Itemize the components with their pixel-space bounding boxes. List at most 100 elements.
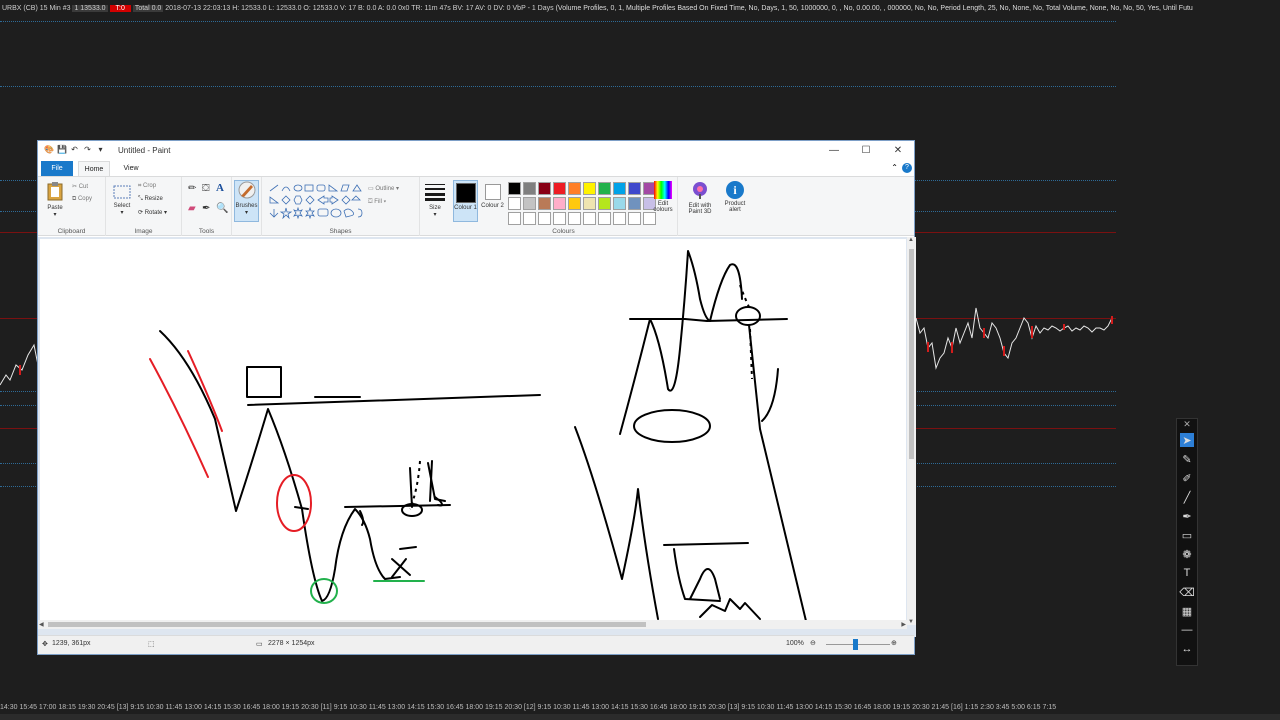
size-button[interactable]: Size ▾	[423, 183, 447, 218]
colour-2-button[interactable]: Colour 2	[480, 180, 505, 209]
palette-swatch[interactable]	[523, 182, 536, 195]
select-button[interactable]: Select ▾	[110, 185, 134, 216]
palette-swatch[interactable]	[598, 197, 611, 210]
outline-button[interactable]: ▭ Outline ▾	[368, 185, 399, 192]
magnifier-icon[interactable]: 🔍	[216, 203, 228, 214]
line-icon[interactable]: ╱	[1180, 490, 1194, 504]
palette-swatch[interactable]	[628, 182, 641, 195]
undo-icon[interactable]: ↶	[70, 145, 79, 154]
palette-swatch-empty[interactable]	[628, 212, 641, 225]
colour-1-button[interactable]: Colour 1	[453, 180, 478, 222]
palette-swatch-empty[interactable]	[598, 212, 611, 225]
palette-swatch-empty[interactable]	[523, 212, 536, 225]
help-icon[interactable]: ?	[902, 163, 912, 173]
scroll-up-icon[interactable]: ▲	[908, 237, 914, 243]
palette-swatch-empty[interactable]	[568, 212, 581, 225]
palette-swatch-empty[interactable]	[643, 212, 656, 225]
select-icon	[113, 185, 131, 199]
palette-swatch[interactable]	[628, 197, 641, 210]
palette-swatch[interactable]	[613, 182, 626, 195]
palette-swatch[interactable]	[538, 197, 551, 210]
horizontal-scrollbar[interactable]: ◀ ▶	[38, 620, 907, 629]
cut-button[interactable]: ✂ Cut	[72, 183, 88, 190]
rotate-button[interactable]: ⟳ Rotate ▾	[138, 209, 167, 216]
palette-swatch[interactable]	[568, 182, 581, 195]
customize-icon[interactable]: ▾	[96, 145, 105, 154]
product-alert-button[interactable]: i Product alert	[720, 181, 750, 213]
crop-button[interactable]: ⌗ Crop	[138, 183, 156, 190]
text-icon[interactable]: T	[1180, 566, 1194, 580]
eraser-icon[interactable]: ⌫	[1179, 585, 1195, 599]
color-picker-icon[interactable]: ✒	[202, 203, 210, 214]
tab-file[interactable]: File	[41, 161, 73, 176]
close-icon[interactable]: ✕	[882, 141, 914, 161]
redo-icon[interactable]: ↷	[83, 145, 92, 154]
resize-button[interactable]: ⤡ Resize	[138, 196, 163, 203]
pencil-icon[interactable]: ✎	[1180, 452, 1194, 466]
palette-swatch-empty[interactable]	[583, 212, 596, 225]
ribbon-tabs: File Home View	[38, 161, 914, 176]
eraser-icon[interactable]: ▰	[188, 203, 196, 214]
rectangle-icon[interactable]: ▭	[1180, 528, 1194, 542]
palette-swatch-empty[interactable]	[538, 212, 551, 225]
scroll-down-icon[interactable]: ▼	[908, 619, 914, 625]
palette-swatch[interactable]	[553, 182, 566, 195]
palette-swatch[interactable]	[583, 197, 596, 210]
brush-icon[interactable]: ✒	[1180, 509, 1194, 523]
zoom-slider[interactable]	[826, 644, 890, 645]
palette-swatch[interactable]	[508, 182, 521, 195]
palette-swatch[interactable]	[598, 182, 611, 195]
chart-scrollbar[interactable]	[0, 714, 1280, 720]
pointer-icon[interactable]: ➤	[1180, 433, 1194, 447]
edit-with-paint3d-button[interactable]: Edit with Paint 3D	[684, 181, 716, 215]
palette-swatch[interactable]	[538, 182, 551, 195]
canvas-dimensions: 2278 × 1254px	[268, 640, 315, 647]
edit-colours-button[interactable]: Edit colours	[650, 181, 676, 213]
tab-home[interactable]: Home	[78, 161, 110, 176]
cut-label: Cut	[78, 184, 89, 190]
fill-bucket-icon[interactable]: ⛋	[202, 183, 210, 194]
scroll-thumb[interactable]	[909, 249, 914, 459]
vertical-scrollbar[interactable]: ▲ ▼	[907, 237, 916, 625]
rainbow-icon	[654, 181, 672, 199]
scroll-right-icon[interactable]: ▶	[901, 621, 906, 628]
palette-swatch[interactable]	[553, 197, 566, 210]
marker-icon[interactable]: ✐	[1180, 471, 1194, 485]
palette-swatch[interactable]	[508, 197, 521, 210]
scroll-left-icon[interactable]: ◀	[39, 621, 44, 628]
zoom-slider-thumb[interactable]	[853, 639, 858, 650]
palette-swatch[interactable]	[523, 197, 536, 210]
collapse-ribbon-icon[interactable]: ⌃	[891, 163, 898, 173]
resize-label: Resize	[144, 196, 163, 202]
copy-button[interactable]: ⧉ Copy	[72, 196, 92, 203]
close-icon[interactable]: ✕	[1177, 419, 1197, 429]
brushes-button[interactable]: Brushes ▾	[234, 180, 259, 222]
minimize-icon[interactable]: —	[818, 141, 850, 161]
fill-button[interactable]: ⛋ Fill ▾	[368, 199, 386, 206]
text-icon[interactable]: A	[216, 182, 224, 194]
paint3d-label: Edit with Paint 3D	[688, 203, 712, 215]
chevron-down-icon: ▾	[433, 212, 437, 218]
zoom-out-icon[interactable]: ⊖	[810, 639, 816, 647]
paste-button[interactable]: Paste ▾	[42, 181, 68, 218]
horizontal-line-icon[interactable]: —	[1180, 623, 1194, 637]
palette-swatch-empty[interactable]	[613, 212, 626, 225]
maximize-icon[interactable]: ☐	[850, 141, 882, 161]
shapes-gallery[interactable]	[268, 183, 364, 219]
zoom-in-icon[interactable]: ⊕	[891, 639, 897, 647]
palette-swatch-empty[interactable]	[508, 212, 521, 225]
palette-swatch[interactable]	[568, 197, 581, 210]
palette-swatch[interactable]	[583, 182, 596, 195]
tab-view[interactable]: View	[116, 161, 146, 176]
pencil-icon[interactable]: ✏	[188, 183, 196, 194]
stamp-icon[interactable]: ❁	[1180, 547, 1194, 561]
palette-swatch[interactable]	[613, 197, 626, 210]
fill-label: Fill	[374, 199, 382, 205]
scroll-thumb[interactable]	[48, 622, 646, 627]
grid-icon[interactable]: ▦	[1180, 604, 1194, 618]
palette-swatch-empty[interactable]	[553, 212, 566, 225]
drawing-canvas[interactable]	[40, 239, 906, 629]
expand-icon[interactable]: ↔	[1180, 642, 1194, 656]
brush-icon	[238, 181, 255, 199]
save-icon[interactable]: 💾	[57, 145, 67, 154]
